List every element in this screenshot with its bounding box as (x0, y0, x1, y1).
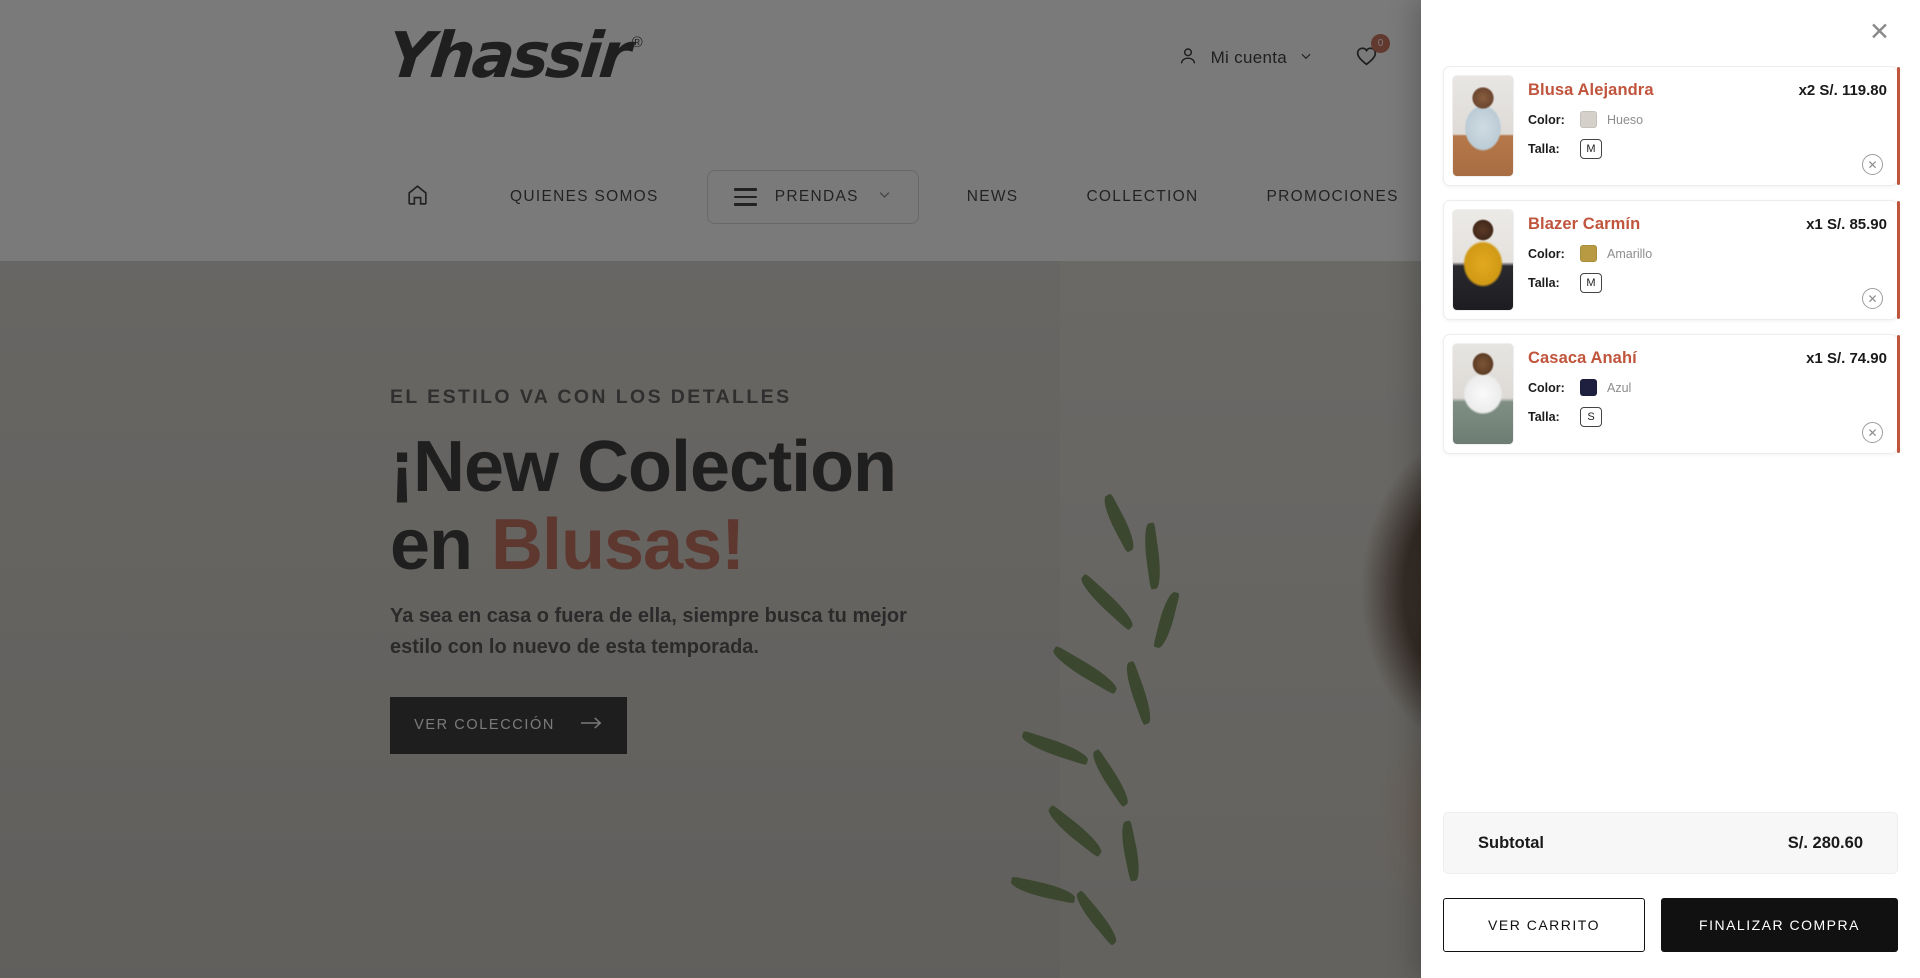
size-label: Talla: (1528, 142, 1560, 156)
cart-items-list[interactable]: Blusa Alejandra x2 S/. 119.80 Color: Hue… (1421, 66, 1920, 812)
cart-item-price: x2 S/. 119.80 (1798, 82, 1887, 99)
view-cart-button[interactable]: VER CARRITO (1443, 898, 1645, 952)
size-label: Talla: (1528, 276, 1560, 290)
cart-item-color-row: Color: Hueso (1528, 111, 1887, 128)
cart-item-title[interactable]: Blusa Alejandra (1528, 81, 1654, 100)
color-label: Color: (1528, 246, 1565, 261)
cart-drawer: ✕ Blusa Alejandra x2 S/. 119.80 Color: H… (1421, 0, 1920, 978)
cart-item-title[interactable]: Blazer Carmín (1528, 215, 1640, 234)
cart-item-details: Casaca Anahí x1 S/. 74.90 Color: Azul Ta… (1528, 343, 1887, 445)
size-value: S (1580, 407, 1602, 427)
cart-item-size-row: Talla: M (1528, 139, 1887, 159)
cart-item-price: x1 S/. 85.90 (1806, 216, 1887, 233)
product-thumbnail[interactable] (1452, 209, 1514, 311)
cart-drawer-header: ✕ (1421, 0, 1920, 66)
cart-item-size-row: Talla: M (1528, 273, 1887, 293)
product-thumbnail[interactable] (1452, 343, 1514, 445)
remove-circle-icon[interactable]: ✕ (1862, 288, 1883, 309)
cart-item: Blusa Alejandra x2 S/. 119.80 Color: Hue… (1443, 66, 1900, 186)
remove-circle-icon[interactable]: ✕ (1862, 422, 1883, 443)
color-value: Azul (1607, 380, 1632, 395)
product-thumbnail[interactable] (1452, 75, 1514, 177)
cart-drawer-footer: Subtotal S/. 280.60 VER CARRITO FINALIZA… (1421, 812, 1920, 978)
close-icon[interactable]: ✕ (1869, 20, 1890, 45)
size-value: M (1580, 139, 1602, 159)
color-swatch (1580, 379, 1597, 396)
size-label: Talla: (1528, 410, 1560, 424)
cart-item: Blazer Carmín x1 S/. 85.90 Color: Amaril… (1443, 200, 1900, 320)
cart-item-color-row: Color: Azul (1528, 379, 1887, 396)
color-swatch (1580, 245, 1597, 262)
cart-item-price: x1 S/. 74.90 (1806, 350, 1887, 367)
color-swatch (1580, 111, 1597, 128)
color-label: Color: (1528, 380, 1565, 395)
subtotal-label: Subtotal (1478, 833, 1544, 852)
cart-item-size-row: Talla: S (1528, 407, 1887, 427)
color-label: Color: (1528, 112, 1565, 127)
cart-item: Casaca Anahí x1 S/. 74.90 Color: Azul Ta… (1443, 334, 1900, 454)
cart-item-title[interactable]: Casaca Anahí (1528, 349, 1637, 368)
checkout-button[interactable]: FINALIZAR COMPRA (1661, 898, 1898, 952)
cart-item-details: Blusa Alejandra x2 S/. 119.80 Color: Hue… (1528, 75, 1887, 177)
cart-item-details: Blazer Carmín x1 S/. 85.90 Color: Amaril… (1528, 209, 1887, 311)
color-value: Amarillo (1607, 246, 1653, 261)
color-value: Hueso (1607, 112, 1644, 127)
remove-circle-icon[interactable]: ✕ (1862, 154, 1883, 175)
subtotal-value: S/. 280.60 (1787, 833, 1863, 852)
subtotal-row: Subtotal S/. 280.60 (1443, 812, 1898, 874)
size-value: M (1580, 273, 1602, 293)
cart-item-color-row: Color: Amarillo (1528, 245, 1887, 262)
